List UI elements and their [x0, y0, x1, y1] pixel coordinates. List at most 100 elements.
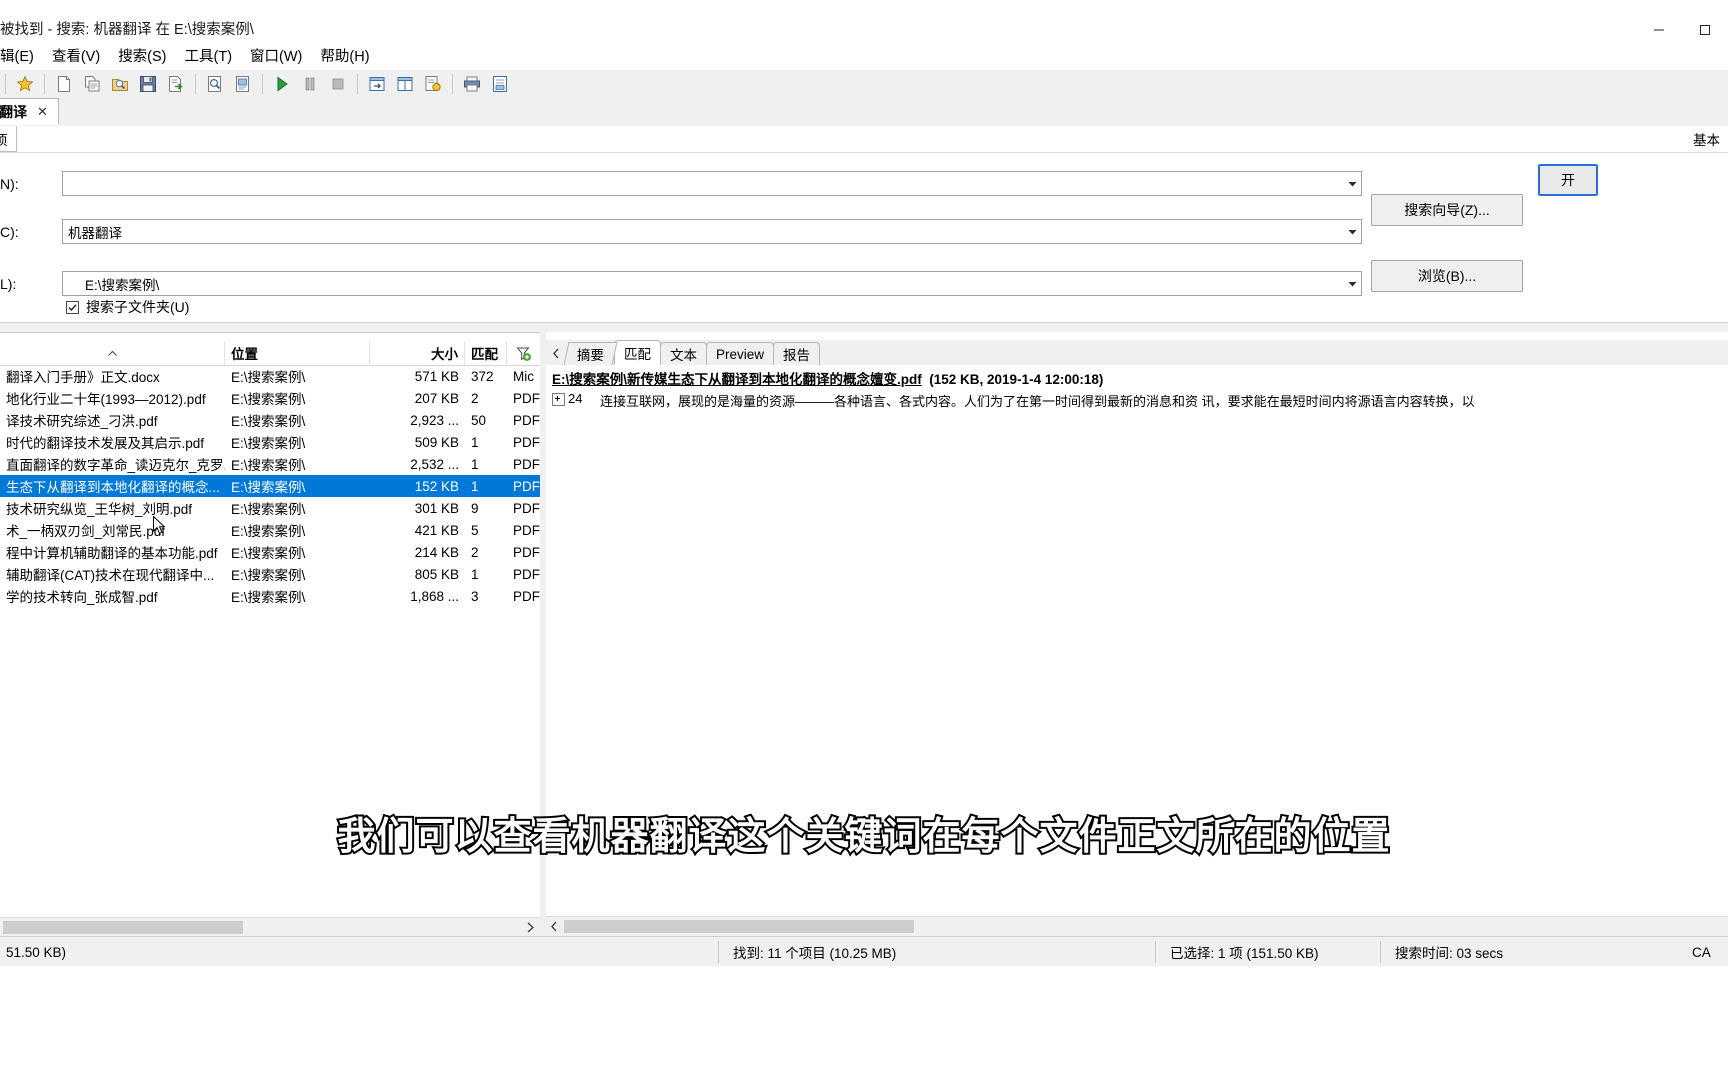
table-row[interactable]: 术_一柄双刃剑_刘常民.pdf E:\搜索案例\ 421 KB 5 PDF — [0, 519, 540, 541]
new-document-icon[interactable] — [51, 72, 77, 96]
cell-type: PDF — [513, 566, 540, 582]
options-tab-basic[interactable]: 基本 — [1685, 126, 1728, 152]
column-header-location[interactable]: 位置 — [225, 341, 370, 365]
cell-size: 152 KB — [414, 478, 459, 494]
results-hscrollbar[interactable] — [0, 917, 540, 937]
folder-combo[interactable]: E:\搜索案例\ — [62, 271, 1362, 296]
close-icon[interactable]: ✕ — [37, 104, 48, 120]
column-header-matches[interactable]: 匹配 — [465, 341, 507, 365]
chevron-down-icon[interactable] — [1343, 272, 1361, 295]
application-window: 被找到 - 搜索: 机器翻译 在 E:\搜索案例\ 辑(E) 查看(V) 搜索(… — [0, 0, 1728, 1080]
chevron-left-icon[interactable] — [546, 919, 562, 935]
status-divider — [1380, 941, 1381, 963]
results-hscrollbar-thumb[interactable] — [3, 921, 243, 934]
save-icon[interactable] — [135, 72, 161, 96]
search-subfolders-checkbox[interactable]: 搜索子文件夹(U) — [66, 297, 189, 317]
cell-location: E:\搜索案例\ — [231, 590, 306, 605]
cell-size: 2,923 ... — [410, 412, 459, 428]
table-row[interactable]: 程中计算机辅助翻译的基本功能.pdf E:\搜索案例\ 214 KB 2 PDF — [0, 541, 540, 563]
filter-icon[interactable] — [507, 341, 540, 365]
status-time: 搜索时间: 03 secs — [1395, 946, 1504, 961]
table-row[interactable]: 生态下从翻译到本地化翻译的概念... E:\搜索案例\ 152 KB 1 PDF — [0, 475, 540, 497]
tab-summary[interactable]: 摘要 — [563, 342, 618, 365]
preview-hscrollbar-thumb[interactable] — [564, 920, 914, 933]
options-tab[interactable]: 项 — [0, 126, 17, 152]
table-row[interactable]: 学的技术转向_张成智.pdf E:\搜索案例\ 1,868 ... 3 PDF — [0, 585, 540, 607]
sort-ascending-icon — [6, 350, 218, 357]
status-right: CA — [1692, 944, 1711, 960]
maximize-button[interactable] — [1682, 15, 1728, 45]
folder-input[interactable]: E:\搜索案例\ — [63, 274, 1343, 294]
cell-location: E:\搜索案例\ — [231, 436, 306, 451]
export-icon[interactable] — [163, 72, 189, 96]
menu-edit[interactable]: 辑(E) — [0, 45, 43, 70]
run-search-icon[interactable] — [269, 72, 295, 96]
chevron-down-icon[interactable] — [1343, 172, 1361, 195]
content-row: C): 机器翻译 — [0, 219, 1362, 244]
tab-matches[interactable]: 匹配 — [614, 340, 661, 365]
table-row[interactable]: 翻译入门手册》正文.docx E:\搜索案例\ 571 KB 372 Mic — [0, 365, 540, 387]
menu-help[interactable]: 帮助(H) — [311, 45, 378, 70]
preview-document-path[interactable]: E:\搜索案例\新传媒生态下从翻译到本地化翻译的概念嬗变.pdf (152 KB… — [546, 365, 1728, 389]
document-tab[interactable]: 翻译 ✕ — [0, 98, 59, 125]
search-wizard-button[interactable]: 搜索向导(Z)... — [1371, 194, 1523, 226]
cell-filename: 技术研究纵览_王华树_刘明.pdf — [6, 502, 193, 517]
window-layout-icon[interactable] — [364, 72, 390, 96]
column-header-name[interactable] — [0, 341, 225, 365]
browse-button[interactable]: 浏览(B)... — [1371, 260, 1523, 292]
table-row[interactable]: 时代的翻译技术发展及其启示.pdf E:\搜索案例\ 509 KB 1 PDF — [0, 431, 540, 453]
tab-scroll-left-icon[interactable] — [546, 341, 566, 365]
open-document-icon[interactable] — [79, 72, 105, 96]
expand-icon[interactable] — [552, 393, 565, 406]
checkbox-icon[interactable] — [66, 300, 79, 314]
document-tab-bar: 翻译 ✕ — [0, 98, 1728, 127]
window-options-icon[interactable] — [420, 72, 446, 96]
toolbar-separator — [262, 74, 263, 94]
cell-matches: 1 — [471, 434, 479, 450]
cell-location: E:\搜索案例\ — [231, 414, 306, 429]
cell-filename: 生态下从翻译到本地化翻译的概念... — [6, 480, 220, 495]
content-input[interactable]: 机器翻译 — [63, 222, 1343, 242]
cell-type: PDF — [513, 544, 540, 560]
preview-hscrollbar[interactable] — [546, 916, 1728, 936]
tab-report[interactable]: 报告 — [773, 342, 821, 365]
tab-preview[interactable]: Preview — [706, 342, 775, 365]
menu-tools[interactable]: 工具(T) — [176, 45, 242, 70]
cell-matches: 1 — [471, 456, 479, 472]
cell-type: PDF — [513, 434, 540, 450]
menu-view[interactable]: 查看(V) — [43, 45, 109, 70]
toolbar-separator — [195, 74, 196, 94]
preview-search-icon[interactable] — [202, 72, 228, 96]
preview-image-icon[interactable] — [230, 72, 256, 96]
favorites-star-icon[interactable] — [12, 72, 38, 96]
cell-type: PDF — [513, 478, 540, 494]
filename-combo[interactable] — [62, 171, 1362, 196]
column-header-size[interactable]: 大小 — [370, 341, 465, 365]
chevron-right-icon[interactable] — [523, 920, 538, 935]
chevron-down-icon[interactable] — [1343, 220, 1361, 243]
menu-window[interactable]: 窗口(W) — [241, 45, 311, 70]
cell-type: Mic — [513, 368, 534, 384]
cell-location: E:\搜索案例\ — [231, 370, 306, 385]
tab-text-label: 文本 — [670, 348, 697, 363]
table-row[interactable]: 译技术研究综述_刁洪.pdf E:\搜索案例\ 2,923 ... 50 PDF — [0, 409, 540, 431]
table-row[interactable]: 辅助翻译(CAT)技术在现代翻译中... E:\搜索案例\ 805 KB 1 PDF — [0, 563, 540, 585]
print-preview-icon[interactable] — [487, 72, 513, 96]
print-icon[interactable] — [459, 72, 485, 96]
stop-icon[interactable] — [325, 72, 351, 96]
preview-hit-row[interactable]: 24 连接互联网，展现的是海量的资源———各种语言、各式内容。人们为了在第一时间得… — [546, 389, 1728, 410]
content-combo[interactable]: 机器翻译 — [62, 219, 1362, 244]
table-row[interactable]: 直面翻译的数字革命_读迈克尔_克罗... E:\搜索案例\ 2,532 ... 1 PD… — [0, 453, 540, 475]
table-row[interactable]: 技术研究纵览_王华树_刘明.pdf E:\搜索案例\ 301 KB 9 PDF — [0, 497, 540, 519]
open-folder-icon[interactable] — [107, 72, 133, 96]
document-tab-label: 翻译 — [0, 103, 27, 120]
pause-icon[interactable] — [297, 72, 323, 96]
status-divider — [1155, 941, 1156, 963]
minimize-button[interactable] — [1636, 15, 1682, 45]
start-search-button[interactable]: 开 — [1538, 164, 1598, 196]
menu-search[interactable]: 搜索(S) — [109, 45, 175, 70]
table-row[interactable]: 地化行业二十年(1993—2012).pdf E:\搜索案例\ 207 KB 2 PDF — [0, 387, 540, 409]
preview-hit-page: 24 — [568, 391, 583, 406]
window-split-icon[interactable] — [392, 72, 418, 96]
tab-text[interactable]: 文本 — [660, 342, 707, 365]
